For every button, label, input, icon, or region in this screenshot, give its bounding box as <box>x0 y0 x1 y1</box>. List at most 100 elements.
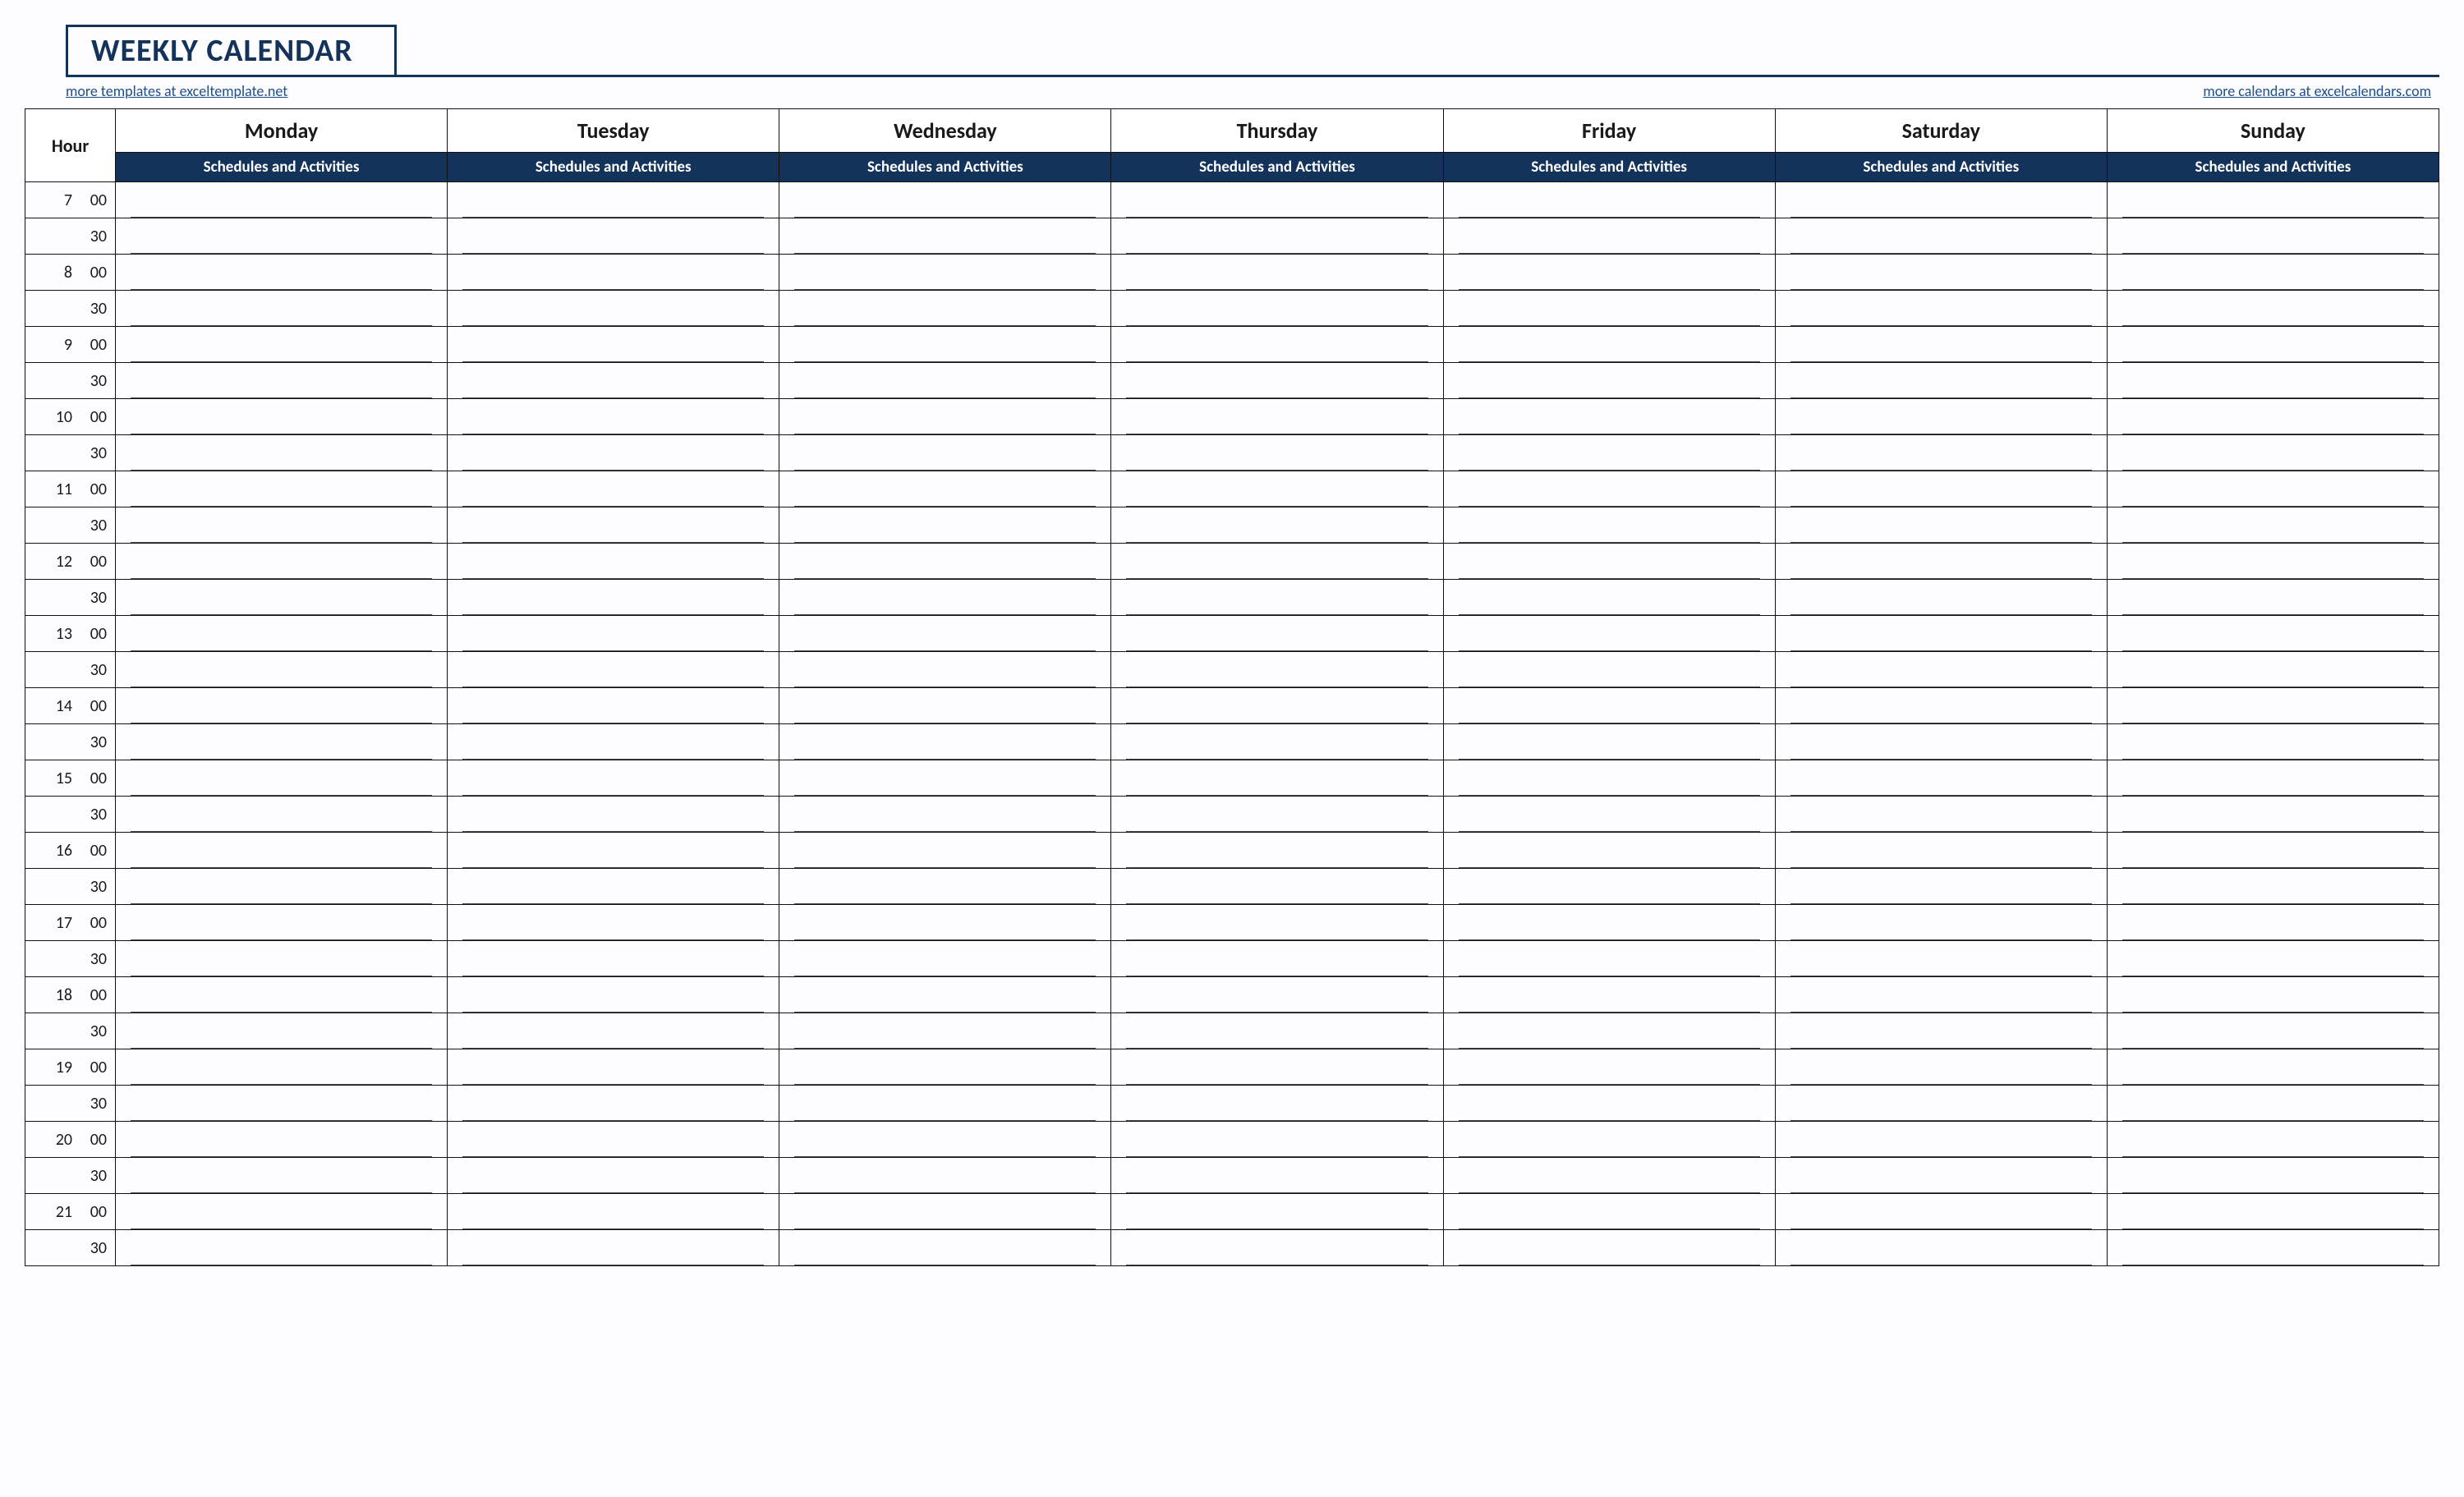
schedule-slot[interactable] <box>448 652 779 688</box>
schedule-slot[interactable] <box>1111 363 1443 399</box>
schedule-slot[interactable] <box>116 182 448 218</box>
schedule-slot[interactable] <box>2107 218 2439 255</box>
schedule-slot[interactable] <box>779 797 1111 833</box>
schedule-slot[interactable] <box>448 1230 779 1266</box>
schedule-slot[interactable] <box>1111 399 1443 435</box>
schedule-slot[interactable] <box>1775 218 2107 255</box>
schedule-slot[interactable] <box>1775 255 2107 291</box>
schedule-slot[interactable] <box>1775 1230 2107 1266</box>
schedule-slot[interactable] <box>448 797 779 833</box>
schedule-slot[interactable] <box>1775 182 2107 218</box>
schedule-slot[interactable] <box>779 1230 1111 1266</box>
schedule-slot[interactable] <box>1443 255 1775 291</box>
schedule-slot[interactable] <box>1775 363 2107 399</box>
schedule-slot[interactable] <box>1443 471 1775 507</box>
schedule-slot[interactable] <box>779 1194 1111 1230</box>
schedule-slot[interactable] <box>448 363 779 399</box>
schedule-slot[interactable] <box>779 869 1111 905</box>
schedule-slot[interactable] <box>116 1049 448 1086</box>
schedule-slot[interactable] <box>1443 544 1775 580</box>
schedule-slot[interactable] <box>448 1086 779 1122</box>
schedule-slot[interactable] <box>448 218 779 255</box>
schedule-slot[interactable] <box>2107 1013 2439 1049</box>
schedule-slot[interactable] <box>1443 327 1775 363</box>
schedule-slot[interactable] <box>1443 869 1775 905</box>
schedule-slot[interactable] <box>116 724 448 760</box>
schedule-slot[interactable] <box>1111 1194 1443 1230</box>
schedule-slot[interactable] <box>1111 1230 1443 1266</box>
schedule-slot[interactable] <box>1111 724 1443 760</box>
schedule-slot[interactable] <box>1111 1086 1443 1122</box>
schedule-slot[interactable] <box>448 580 779 616</box>
schedule-slot[interactable] <box>1775 1194 2107 1230</box>
schedule-slot[interactable] <box>116 1194 448 1230</box>
schedule-slot[interactable] <box>779 977 1111 1013</box>
schedule-slot[interactable] <box>2107 977 2439 1013</box>
schedule-slot[interactable] <box>448 255 779 291</box>
schedule-slot[interactable] <box>1111 688 1443 724</box>
schedule-slot[interactable] <box>2107 833 2439 869</box>
schedule-slot[interactable] <box>2107 941 2439 977</box>
schedule-slot[interactable] <box>448 616 779 652</box>
schedule-slot[interactable] <box>1111 941 1443 977</box>
schedule-slot[interactable] <box>779 905 1111 941</box>
schedule-slot[interactable] <box>448 869 779 905</box>
schedule-slot[interactable] <box>1111 833 1443 869</box>
schedule-slot[interactable] <box>2107 905 2439 941</box>
schedule-slot[interactable] <box>116 544 448 580</box>
schedule-slot[interactable] <box>1443 941 1775 977</box>
schedule-slot[interactable] <box>779 1086 1111 1122</box>
schedule-slot[interactable] <box>1775 977 2107 1013</box>
schedule-slot[interactable] <box>2107 291 2439 327</box>
schedule-slot[interactable] <box>2107 580 2439 616</box>
schedule-slot[interactable] <box>2107 1049 2439 1086</box>
schedule-slot[interactable] <box>116 1230 448 1266</box>
schedule-slot[interactable] <box>1775 616 2107 652</box>
schedule-slot[interactable] <box>1443 652 1775 688</box>
link-more-calendars[interactable]: more calendars at excelcalendars.com <box>2203 82 2431 100</box>
schedule-slot[interactable] <box>779 471 1111 507</box>
schedule-slot[interactable] <box>779 544 1111 580</box>
schedule-slot[interactable] <box>448 941 779 977</box>
schedule-slot[interactable] <box>2107 507 2439 544</box>
link-more-templates[interactable]: more templates at exceltemplate.net <box>66 82 287 100</box>
schedule-slot[interactable] <box>1111 255 1443 291</box>
schedule-slot[interactable] <box>1111 1158 1443 1194</box>
schedule-slot[interactable] <box>779 1013 1111 1049</box>
schedule-slot[interactable] <box>1775 1122 2107 1158</box>
schedule-slot[interactable] <box>1443 363 1775 399</box>
schedule-slot[interactable] <box>2107 1194 2439 1230</box>
schedule-slot[interactable] <box>1775 399 2107 435</box>
schedule-slot[interactable] <box>448 1013 779 1049</box>
schedule-slot[interactable] <box>2107 797 2439 833</box>
schedule-slot[interactable] <box>116 580 448 616</box>
schedule-slot[interactable] <box>116 688 448 724</box>
schedule-slot[interactable] <box>1443 797 1775 833</box>
schedule-slot[interactable] <box>779 616 1111 652</box>
schedule-slot[interactable] <box>2107 471 2439 507</box>
schedule-slot[interactable] <box>1111 435 1443 471</box>
schedule-slot[interactable] <box>116 977 448 1013</box>
schedule-slot[interactable] <box>448 1194 779 1230</box>
schedule-slot[interactable] <box>1443 1158 1775 1194</box>
schedule-slot[interactable] <box>116 797 448 833</box>
schedule-slot[interactable] <box>448 1158 779 1194</box>
schedule-slot[interactable] <box>448 1049 779 1086</box>
schedule-slot[interactable] <box>1775 869 2107 905</box>
schedule-slot[interactable] <box>448 724 779 760</box>
schedule-slot[interactable] <box>1111 797 1443 833</box>
schedule-slot[interactable] <box>1775 435 2107 471</box>
schedule-slot[interactable] <box>448 760 779 797</box>
schedule-slot[interactable] <box>1775 905 2107 941</box>
schedule-slot[interactable] <box>1111 327 1443 363</box>
schedule-slot[interactable] <box>1111 507 1443 544</box>
schedule-slot[interactable] <box>2107 724 2439 760</box>
schedule-slot[interactable] <box>116 616 448 652</box>
schedule-slot[interactable] <box>116 833 448 869</box>
schedule-slot[interactable] <box>779 182 1111 218</box>
schedule-slot[interactable] <box>2107 1122 2439 1158</box>
schedule-slot[interactable] <box>2107 652 2439 688</box>
schedule-slot[interactable] <box>2107 688 2439 724</box>
schedule-slot[interactable] <box>1443 1086 1775 1122</box>
schedule-slot[interactable] <box>1443 760 1775 797</box>
